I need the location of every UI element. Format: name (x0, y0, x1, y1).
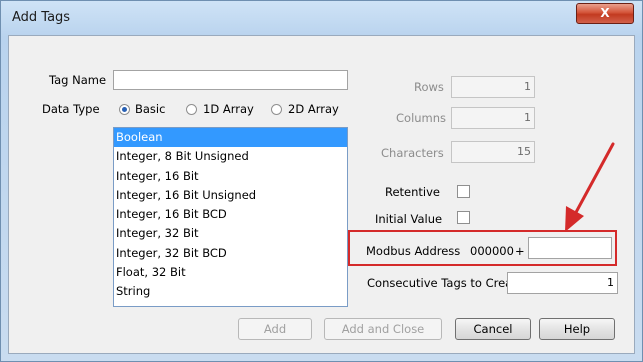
dialog-title: Add Tags (12, 10, 71, 25)
annotation-arrow-icon (565, 142, 615, 232)
dialog-body: Tag Name Data Type Basic 1D Array 2D Arr… (8, 35, 635, 354)
close-icon: X (600, 6, 610, 20)
add-tags-dialog: Add Tags X Tag Name Data Type Basic 1D A… (0, 0, 643, 362)
close-button[interactable]: X (576, 3, 634, 24)
